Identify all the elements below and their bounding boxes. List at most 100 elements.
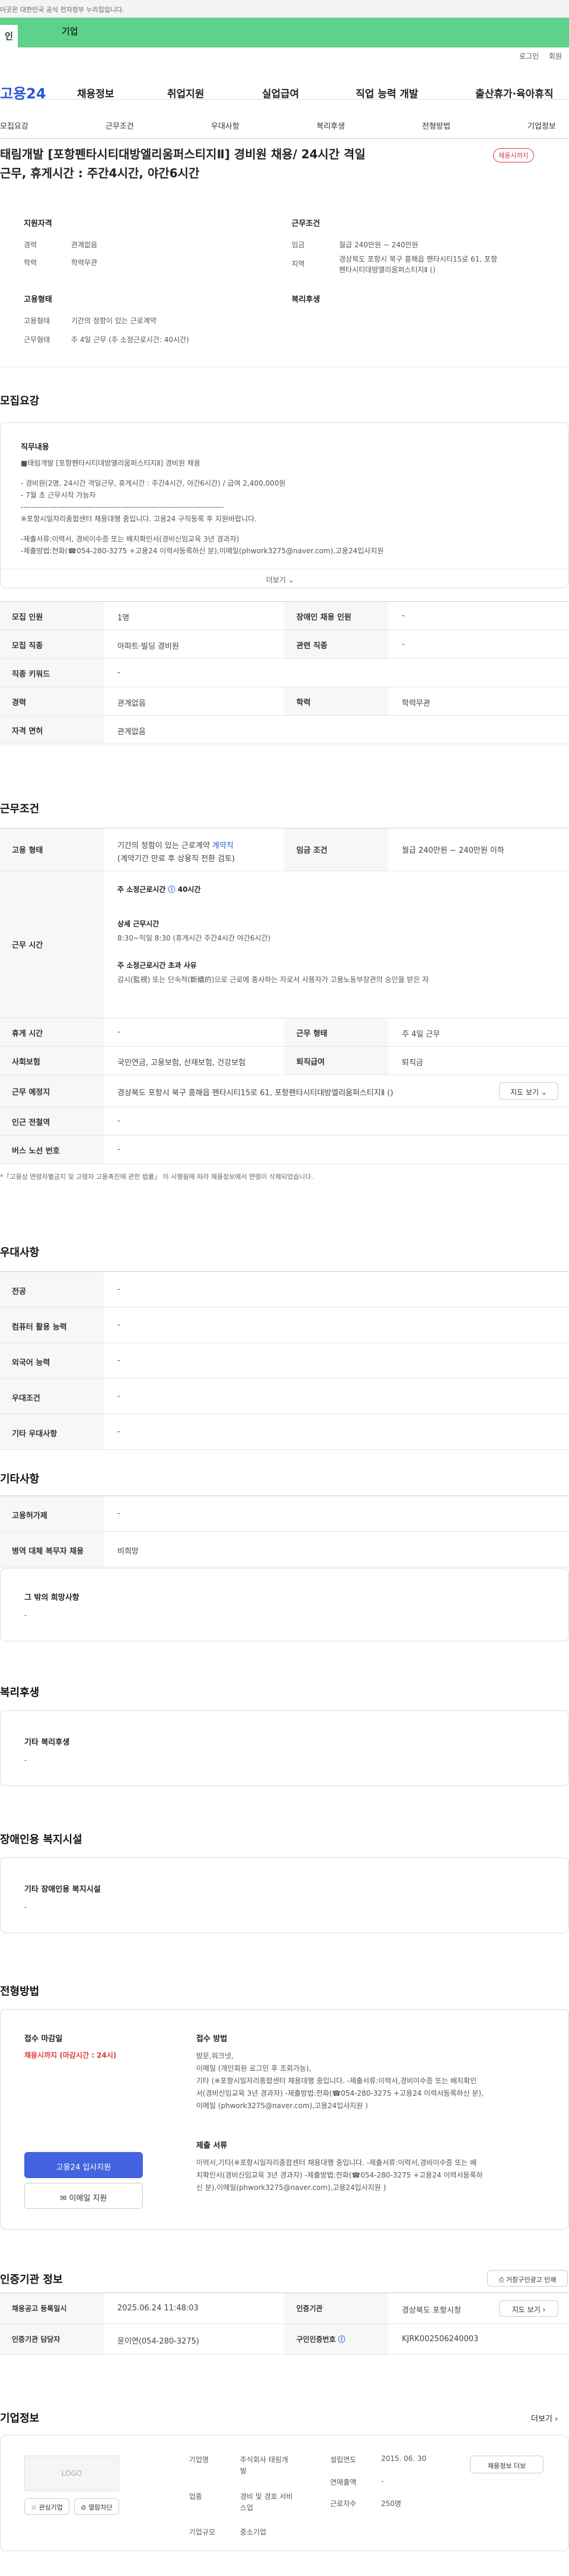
- subnav-pref[interactable]: 우대사항: [211, 120, 239, 131]
- login-link[interactable]: 로그인: [519, 51, 539, 61]
- row-label: 자격 면허: [0, 716, 104, 744]
- work-summary-title: 근무조건: [292, 219, 320, 228]
- user-type-tabs: 인 기업: [0, 18, 569, 47]
- work-row: 사회보험 국민연금, 고용보험, 산재보험, 건강보험 퇴직급여 퇴직금: [0, 1047, 569, 1075]
- nav-leave[interactable]: 출산휴가·육아휴직: [475, 85, 554, 100]
- block-company-button[interactable]: ⊘ 열람차단: [74, 2498, 119, 2515]
- company-emp-label: 근로자수: [330, 2500, 357, 2508]
- row-label: 임금 조건: [284, 828, 388, 871]
- row-label: 근무 형태: [284, 1018, 388, 1046]
- recruit-row: 모집 직종 아파트·빌딩 경비원 관련 직종 -: [0, 630, 569, 659]
- nav-employment-support[interactable]: 취업지원: [167, 85, 204, 100]
- row-value: 2025.06.24 11:48:03: [117, 2304, 199, 2313]
- global-nav: 고용24 채용정보 취업지원 실업급여 직업 능력 개발 출산휴가·육아휴직: [0, 64, 569, 103]
- pref-row: 기타 우대사항 -: [0, 1414, 569, 1450]
- disabled-value: -: [24, 1903, 27, 1911]
- job-title: 태림개발 [포항펜타시티대방엘리움퍼스티지Ⅱ] 경비원 채용/ 24시간 격일 …: [0, 145, 486, 183]
- chevron-down-icon: ⌄: [287, 576, 295, 584]
- row-label: 전공: [0, 1272, 104, 1307]
- info-icon[interactable]: ⓘ: [338, 2335, 345, 2344]
- row-value: 아파트·빌딩 경비원: [117, 642, 179, 651]
- favorite-company-button[interactable]: ☆ 관심기업: [24, 2498, 69, 2515]
- nav-jobs[interactable]: 채용정보: [77, 85, 114, 100]
- map-button[interactable]: 지도 보기 ⌄: [499, 1082, 558, 1100]
- deadline-title: 접수 마감일: [24, 2035, 63, 2043]
- qual-title: 지원자격: [24, 219, 52, 228]
- row-value: 비희망: [117, 1547, 139, 1556]
- nav-unemployment[interactable]: 실업급여: [262, 85, 299, 100]
- block-icon: ⊘: [81, 2504, 87, 2511]
- row-label: 장애인 채용 인원: [284, 602, 388, 630]
- overtime-title: 주 소정근로시간 초과 사유: [117, 961, 197, 970]
- row-label: 고용허가제: [0, 1496, 104, 1531]
- email-apply-button[interactable]: ✉ 이메일 지원: [24, 2183, 143, 2209]
- subnav-welfare[interactable]: 복리후생: [317, 120, 345, 131]
- exp-value: 관계없음: [71, 241, 98, 249]
- company-more-link[interactable]: 더보기 ›: [531, 2412, 558, 2424]
- contract-link[interactable]: 계약직: [210, 841, 234, 850]
- row-label: 직종 키워드: [0, 659, 104, 687]
- duty-line: ----------------------------------------…: [21, 503, 224, 511]
- overtime-value: 감시(監視) 또는 단속적(斷續的)으로 근로에 종사하는 자로서 사용자가 고…: [117, 975, 429, 984]
- row-value: -: [117, 668, 120, 677]
- row-value: (계약기간 만료 후 상용직 전환 검토): [117, 855, 235, 863]
- row-label: 구인인증번호 ⓘ: [284, 2324, 388, 2354]
- row-value: 퇴직금: [402, 1059, 423, 1067]
- apply-button[interactable]: 고용24 입사지원: [24, 2152, 143, 2178]
- recruit-row: 경력 관계없음 학력 학력무관: [0, 687, 569, 716]
- recruit-row: 직종 키워드 -: [0, 659, 569, 687]
- agency-row: 채용공고 등록일시 2025.06.24 11:48:03 인증기관 경상북도 …: [0, 2293, 569, 2324]
- org-map-button[interactable]: 지도 보기 ›: [499, 2300, 558, 2317]
- duty-card: 직무내용 ■태림개발 [포항펜타시티대방엘리움퍼스티지Ⅱ] 경비원 채용 - 경…: [0, 422, 569, 588]
- nav-training[interactable]: 직업 능력 개발: [356, 85, 418, 100]
- company-jobs-button[interactable]: 채용정보 더보: [470, 2456, 544, 2473]
- method-line: 이메일 (개인회원 로그인 후 조회가능),: [196, 2064, 312, 2073]
- row-label: 학력: [284, 687, 388, 715]
- more-button[interactable]: 더보기 ⌄: [266, 575, 294, 585]
- tab-individual[interactable]: 인: [0, 25, 18, 47]
- work-row: 근무 예정지 경상북도 포항시 북구 흥해읍 펜타시티15로 61, 포항펜타시…: [0, 1075, 569, 1107]
- apply-title: 전형방법: [0, 1985, 40, 1998]
- duty-line: - 7월 초 근무시작 가능자: [21, 491, 96, 499]
- duty-line: [21, 525, 542, 533]
- company-card: LOGO ☆ 관심기업 ⊘ 열람차단 기업명 주식회사 태림개 발 업종 경비 및…: [0, 2435, 569, 2551]
- pref-row: 우대조건 -: [0, 1379, 569, 1414]
- work-row: 고용 형태 기간의 정함이 있는 근로계약 계약직 (계약기간 만료 후 상용직…: [0, 828, 569, 871]
- row-label: 채용공고 등록일시: [0, 2293, 104, 2323]
- wish-title: 그 밖의 희망사항: [24, 1593, 79, 1602]
- row-value: -: [117, 1285, 120, 1294]
- subnav-work[interactable]: 근무조건: [106, 120, 134, 131]
- company-name-label: 기업명: [189, 2456, 209, 2464]
- method-line: 이메일 (phwork3275@naver.com),고용24입사지원 ): [196, 2102, 368, 2110]
- loc-value2: 펜타시티대방엘리움퍼스티지Ⅱ (): [339, 266, 436, 274]
- row-label: 외국어 능력: [0, 1343, 104, 1378]
- tab-company[interactable]: 기업: [62, 25, 78, 37]
- row-value: 월급 240만원 ~ 240만원 이하: [402, 846, 504, 855]
- signup-link[interactable]: 회원: [549, 51, 562, 61]
- row-value: KJRK002506240003: [402, 2335, 479, 2344]
- subnav-recruit[interactable]: 모집요강: [0, 120, 28, 131]
- disabled-card: 기타 장애인용 복지시설 -: [0, 1857, 569, 1933]
- emp-value: 기간의 정함이 있는 근로계약: [71, 317, 156, 325]
- agency-row: 인증기관 담당자 윤이연(054-280-3275) 구인인증번호 ⓘ KJRK…: [0, 2324, 569, 2355]
- info-icon[interactable]: ⓘ: [168, 885, 175, 894]
- site-logo[interactable]: 고용24: [0, 82, 46, 103]
- row-label: 인증기관 담당자: [0, 2324, 104, 2354]
- deadline-value: 채용시까지 (마감시간 : 24시): [24, 2051, 117, 2059]
- row-label: 경력: [0, 687, 104, 715]
- loc-value1: 경상북도 포항시 북구 흥해읍 펜타시티15로 61, 포항: [339, 255, 498, 263]
- disabled-title: 장애인용 복지시설: [0, 1834, 82, 1846]
- row-value: -: [117, 1321, 120, 1330]
- work-row: 근무 시간 주 소정근로시간 ⓘ 40시간 상세 근무시간 8:30~익일 8:…: [0, 871, 569, 1018]
- duty-line: [21, 469, 542, 477]
- row-value: 국민연금, 고용보험, 산재보험, 건강보험: [117, 1059, 246, 1067]
- company-est-label: 설립연도: [330, 2456, 357, 2464]
- wish-value: -: [24, 1611, 27, 1619]
- print-button[interactable]: ⎙ 거창구인광고 인쇄: [487, 2270, 568, 2287]
- company-sales-value: -: [381, 2477, 384, 2485]
- row-label: 퇴직급여: [284, 1047, 388, 1075]
- subnav-company[interactable]: 기업정보: [528, 120, 556, 131]
- gov-notice: 이곳은 대한민국 공식 전자정부 누리집입니다.: [0, 6, 124, 14]
- row-value: -: [117, 1356, 120, 1365]
- subnav-apply[interactable]: 전형방법: [422, 120, 450, 131]
